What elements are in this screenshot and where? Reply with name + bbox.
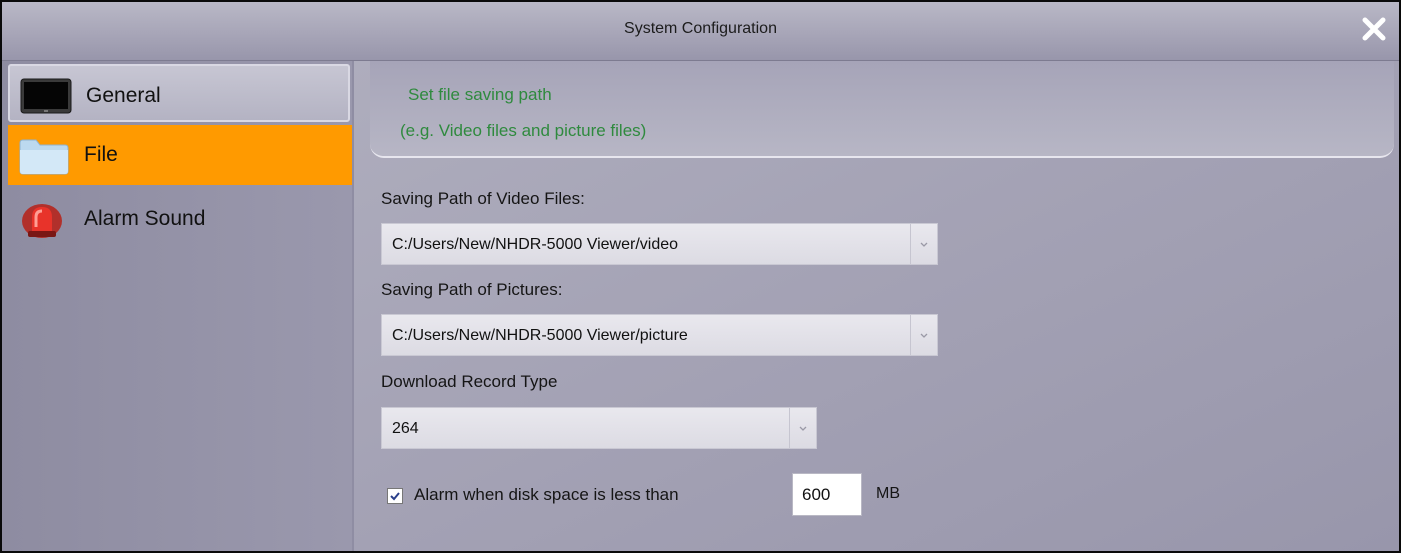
window-title: System Configuration bbox=[624, 20, 777, 37]
disk-space-unit: MB bbox=[876, 485, 900, 502]
video-path-value: C:/Users/New/NHDR-5000 Viewer/video bbox=[392, 236, 679, 253]
sidebar: General File Alarm Sound bbox=[2, 61, 352, 551]
picture-path-select[interactable]: C:/Users/New/NHDR-5000 Viewer/picture bbox=[381, 314, 938, 356]
picture-path-value: C:/Users/New/NHDR-5000 Viewer/picture bbox=[392, 327, 688, 344]
video-path-select[interactable]: C:/Users/New/NHDR-5000 Viewer/video bbox=[381, 223, 938, 265]
disk-alarm-label: Alarm when disk space is less than bbox=[414, 485, 679, 504]
title-bar[interactable]: System Configuration bbox=[2, 2, 1399, 61]
close-icon[interactable] bbox=[1359, 14, 1389, 44]
record-type-select[interactable]: 264 bbox=[381, 407, 817, 449]
monitor-icon bbox=[20, 78, 72, 114]
sidebar-item-label: File bbox=[84, 143, 118, 166]
sidebar-item-file[interactable]: File bbox=[8, 125, 352, 185]
video-path-label: Saving Path of Video Files: bbox=[381, 189, 585, 208]
sidebar-item-label: Alarm Sound bbox=[84, 207, 206, 230]
file-settings-panel: Set file saving path (e.g. Video files a… bbox=[354, 61, 1399, 551]
system-configuration-window: System Configuration General File Alarm … bbox=[0, 0, 1401, 553]
section-title: Set file saving path bbox=[408, 85, 552, 104]
section-subtitle: (e.g. Video files and picture files) bbox=[400, 121, 647, 140]
record-type-label: Download Record Type bbox=[381, 372, 558, 391]
disk-alarm-checkbox[interactable] bbox=[387, 488, 403, 504]
chevron-down-icon[interactable] bbox=[789, 408, 816, 448]
picture-path-label: Saving Path of Pictures: bbox=[381, 280, 563, 299]
record-type-value: 264 bbox=[392, 420, 419, 437]
chevron-down-icon[interactable] bbox=[910, 224, 937, 264]
section-header: Set file saving path (e.g. Video files a… bbox=[370, 61, 1394, 158]
sidebar-item-label: General bbox=[86, 84, 161, 107]
sidebar-item-general[interactable]: General bbox=[8, 64, 350, 122]
alarm-light-icon bbox=[18, 201, 70, 238]
folder-icon bbox=[18, 137, 70, 175]
chevron-down-icon[interactable] bbox=[910, 315, 937, 355]
disk-space-threshold-input[interactable] bbox=[792, 473, 862, 516]
sidebar-item-alarm-sound[interactable]: Alarm Sound bbox=[8, 189, 350, 247]
checkmark-icon bbox=[390, 492, 400, 501]
